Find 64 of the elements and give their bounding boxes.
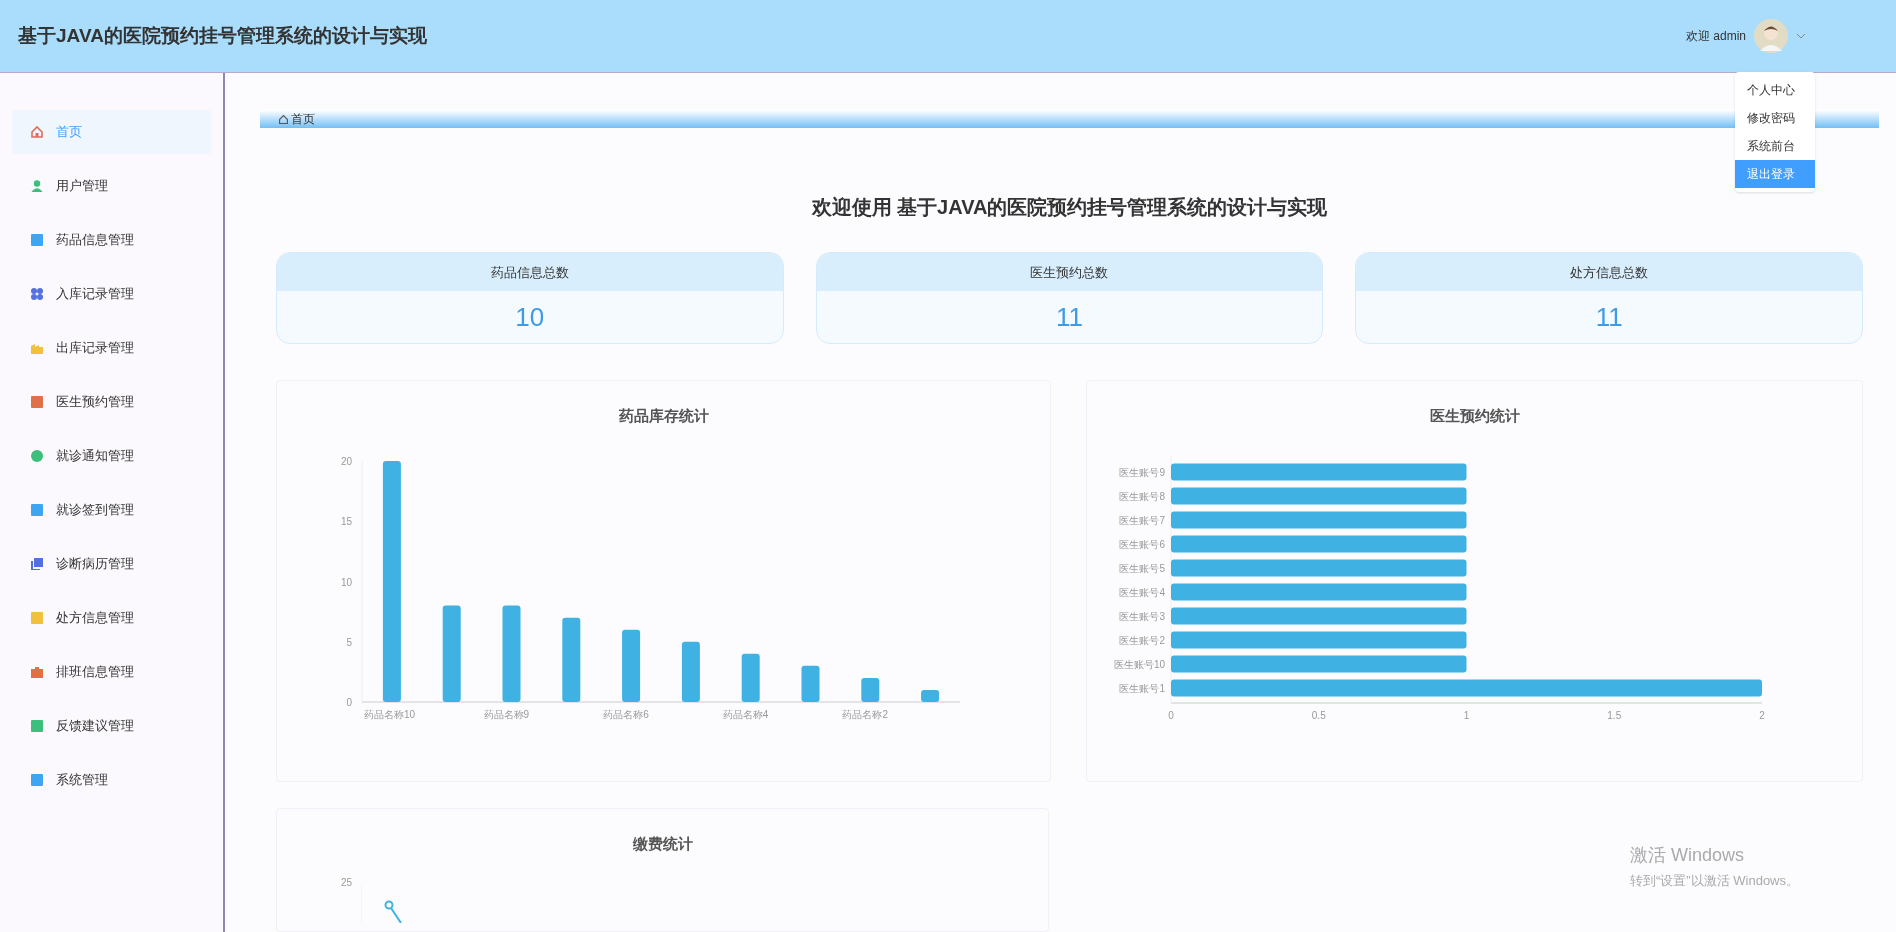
stat-value: 11 <box>1055 300 1084 334</box>
avatar[interactable] <box>1754 19 1788 53</box>
chevron-down-icon[interactable] <box>1796 33 1806 39</box>
sidebar-item[interactable]: 入库记录管理 <box>12 272 211 316</box>
sidebar-item[interactable]: 处方信息管理 <box>12 596 211 640</box>
axis-label: 医生账号3 <box>1119 611 1165 623</box>
greeting: 欢迎 admin <box>1685 28 1746 45</box>
axis-label: 10 <box>340 576 352 588</box>
stat-label: 药品信息总数 <box>277 253 783 292</box>
bar <box>921 690 940 703</box>
axis-label: 医生账号6 <box>1119 539 1165 551</box>
sidebar-item[interactable]: 诊断病历管理 <box>12 542 211 586</box>
sidebar-item[interactable]: 反馈建议管理 <box>12 704 211 748</box>
bar <box>681 642 700 703</box>
stat-label: 医生预约总数 <box>816 253 1323 292</box>
welcome-heading: 欢迎使用 基于JAVA的医院预约挂号管理系统的设计与实现 <box>810 195 1329 221</box>
axis-label: 1 <box>1463 710 1470 722</box>
chart-title: 药品库存统计 <box>618 407 709 425</box>
axis-label: 药品名称6 <box>603 709 649 721</box>
bar <box>801 666 820 703</box>
axis-label: 药品名称9 <box>483 709 530 721</box>
axis-label: 药品名称4 <box>722 709 769 721</box>
axis-label: 药品名称2 <box>842 709 888 721</box>
axis-label: 医生账号9 <box>1119 467 1165 479</box>
activation-text: 转到“设置”以激活 Windows。 <box>1630 872 1799 890</box>
stat-label: 处方信息总数 <box>1356 253 1862 292</box>
sidebar-item[interactable]: 药品信息管理 <box>12 218 211 262</box>
chart-title: 医生预约统计 <box>1429 407 1520 425</box>
axis-label: 0 <box>1168 710 1174 722</box>
sidebar-item[interactable]: 系统管理 <box>12 758 211 802</box>
stat-value: 11 <box>1594 300 1624 334</box>
breadcrumb-link[interactable]: 首页 <box>291 110 315 129</box>
axis-label: 25 <box>341 876 353 891</box>
axis-label: 20 <box>340 456 352 468</box>
sidebar-item[interactable]: 就诊通知管理 <box>12 434 211 478</box>
axis-label: 医生账号7 <box>1119 515 1165 527</box>
sidebar-item[interactable]: 用户管理 <box>12 164 211 208</box>
sidebar-item[interactable]: 排班信息管理 <box>12 650 211 694</box>
chart-title: 缴费统计 <box>631 834 694 855</box>
menu-item[interactable]: 修改密码 <box>1735 104 1815 132</box>
axis-label: 医生账号2 <box>1119 635 1165 647</box>
axis-label: 医生账号5 <box>1119 563 1165 575</box>
sidebar-item[interactable]: 就诊签到管理 <box>12 488 211 532</box>
activation-title: 激活 Windows <box>1630 844 1746 867</box>
axis-label: 0.5 <box>1311 710 1326 722</box>
axis-label: 15 <box>340 516 352 528</box>
axis-label: 医生账号4 <box>1119 587 1165 599</box>
axis-label: 医生账号8 <box>1119 491 1165 503</box>
stat-value: 10 <box>514 300 546 334</box>
home-icon <box>278 113 289 125</box>
sidebar-item[interactable]: 出库记录管理 <box>12 326 211 370</box>
bar <box>861 678 880 703</box>
app-title: 基于JAVA的医院预约挂号管理系统的设计与实现 <box>18 23 427 48</box>
axis-label: 药品名称10 <box>364 709 416 721</box>
axis-label: 医生账号10 <box>1113 659 1165 671</box>
menu-item[interactable]: 系统前台 <box>1735 132 1815 160</box>
menu-item[interactable]: 个人中心 <box>1735 76 1815 104</box>
axis-label: 医生账号1 <box>1119 683 1165 695</box>
axis-label: 5 <box>346 637 352 649</box>
axis-label: 2 <box>1759 710 1765 722</box>
sidebar-item[interactable]: 医生预约管理 <box>12 380 211 424</box>
bar <box>741 654 760 703</box>
axis-label: 1.5 <box>1607 710 1622 722</box>
axis-label: 0 <box>346 697 352 709</box>
